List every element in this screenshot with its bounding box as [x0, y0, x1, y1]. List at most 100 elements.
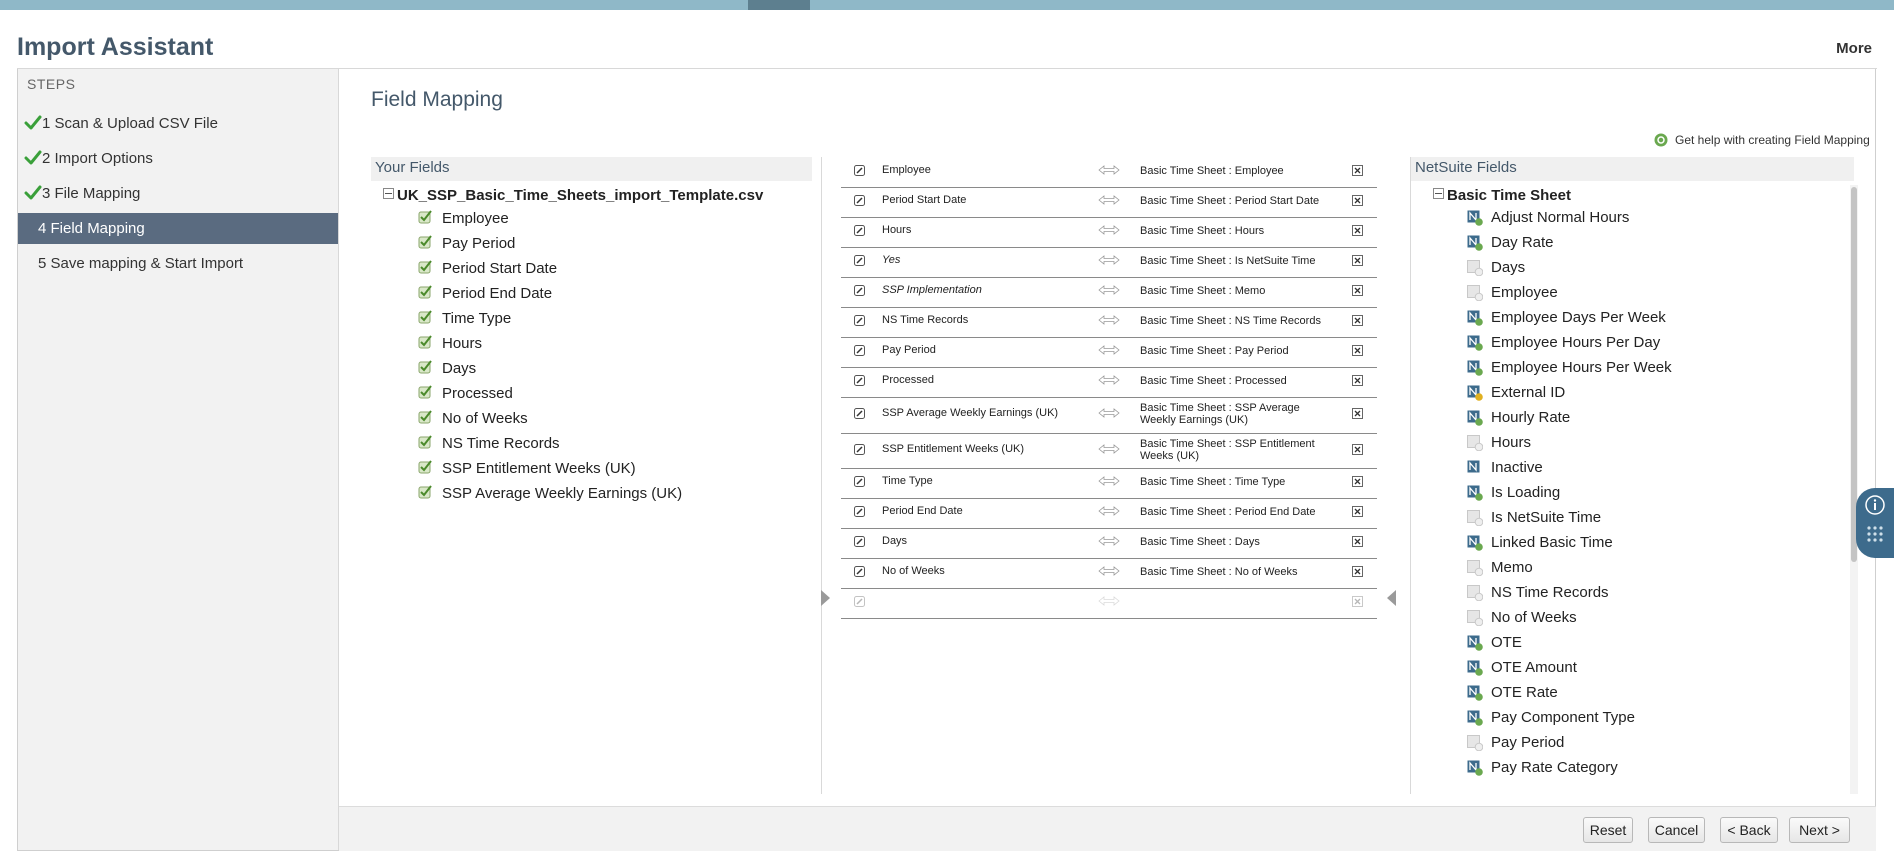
source-field: NS Time Records	[882, 314, 969, 326]
target-field[interactable]: Basic Time Sheet : Pay Period	[1140, 345, 1325, 357]
netsuite-field-label: External ID	[1491, 384, 1566, 401]
mapping-row: Pay Period Basic Time Sheet : Pay Period	[841, 337, 1377, 368]
edit-icon[interactable]	[854, 444, 865, 455]
target-field[interactable]: Basic Time Sheet : Period Start Date	[1140, 195, 1325, 207]
delete-mapping-icon[interactable]	[1352, 506, 1363, 517]
edit-icon[interactable]	[854, 165, 865, 176]
netsuite-field-label: Employee Hours Per Day	[1491, 334, 1661, 351]
delete-mapping-icon[interactable]	[1352, 195, 1363, 206]
your-field-label: Employee	[442, 210, 509, 227]
ns-mapped-icon	[1467, 635, 1483, 651]
checkmark-icon	[24, 150, 42, 165]
edit-icon[interactable]	[854, 408, 865, 419]
collapse-icon[interactable]	[1433, 188, 1444, 199]
top-bar	[0, 0, 1894, 10]
ns-used-icon	[1467, 585, 1483, 601]
field-mapped-icon	[418, 460, 432, 474]
apps-grid-icon[interactable]	[1866, 525, 1884, 543]
cancel-button[interactable]: Cancel	[1648, 817, 1705, 843]
delete-mapping-icon[interactable]	[1352, 255, 1363, 266]
edit-icon[interactable]	[854, 566, 865, 577]
netsuite-field-label: Inactive	[1491, 459, 1543, 476]
edit-icon[interactable]	[854, 476, 865, 487]
more-menu[interactable]: More	[1836, 40, 1872, 57]
edit-icon[interactable]	[854, 285, 865, 296]
target-field[interactable]: Basic Time Sheet : NS Time Records	[1140, 315, 1325, 327]
step-field-mapping[interactable]: 4 Field Mapping	[18, 213, 338, 244]
source-field: Days	[882, 535, 908, 547]
delete-mapping-icon[interactable]	[1352, 566, 1363, 577]
target-field[interactable]: Basic Time Sheet : Days	[1140, 536, 1325, 548]
delete-mapping-icon[interactable]	[1352, 408, 1363, 419]
target-field[interactable]: Basic Time Sheet : Hours	[1140, 225, 1325, 237]
field-mapped-icon	[418, 285, 432, 299]
step-label: 4 Field Mapping	[38, 220, 145, 237]
target-field[interactable]: Basic Time Sheet : Time Type	[1140, 476, 1325, 488]
record-node[interactable]: Basic Time Sheet	[1433, 187, 1571, 204]
mapping-row: Period End Date Basic Time Sheet : Period…	[841, 498, 1377, 529]
top-bar-segment	[748, 0, 810, 10]
your-field-label: No of Weeks	[442, 410, 528, 427]
target-field[interactable]: Basic Time Sheet : No of Weeks	[1140, 566, 1325, 578]
expand-left-icon[interactable]	[821, 590, 831, 606]
source-field: Hours	[882, 224, 912, 236]
your-field-label: NS Time Records	[442, 435, 560, 452]
delete-mapping-icon[interactable]	[1352, 444, 1363, 455]
edit-icon[interactable]	[854, 255, 865, 266]
delete-mapping-icon[interactable]	[1352, 536, 1363, 547]
info-icon[interactable]	[1865, 495, 1885, 515]
your-field-label: Period Start Date	[442, 260, 558, 277]
target-field[interactable]: Basic Time Sheet : Memo	[1140, 285, 1325, 297]
step-file-mapping[interactable]: 3 File Mapping	[18, 178, 338, 209]
mapping-arrow-icon	[1098, 536, 1120, 546]
target-field[interactable]: Basic Time Sheet : Period End Date	[1140, 506, 1325, 518]
ns-mapped-icon	[1467, 535, 1483, 551]
target-field[interactable]: Basic Time Sheet : Is NetSuite Time	[1140, 255, 1325, 267]
help-widget[interactable]	[1856, 488, 1894, 558]
your-field-label: SSP Entitlement Weeks (UK)	[442, 460, 636, 477]
delete-mapping-icon[interactable]	[1352, 285, 1363, 296]
netsuite-field-label: Employee Hours Per Week	[1491, 359, 1672, 376]
ns-mapped-icon	[1467, 710, 1483, 726]
ns-key-icon	[1467, 385, 1483, 401]
edit-icon[interactable]	[854, 596, 865, 607]
reset-button[interactable]: Reset	[1583, 817, 1633, 843]
field-mapped-icon	[418, 335, 432, 349]
target-field[interactable]: Basic Time Sheet : SSP Entitlement Weeks…	[1140, 438, 1325, 462]
edit-icon[interactable]	[854, 536, 865, 547]
delete-mapping-icon[interactable]	[1352, 165, 1363, 176]
ns-mapped-icon	[1467, 660, 1483, 676]
edit-icon[interactable]	[854, 506, 865, 517]
target-field[interactable]: Basic Time Sheet : Employee	[1140, 165, 1325, 177]
csv-file-node[interactable]: UK_SSP_Basic_Time_Sheets_import_Template…	[383, 187, 763, 204]
mapping-row: Yes Basic Time Sheet : Is NetSuite Time	[841, 247, 1377, 278]
source-field: Employee	[882, 164, 931, 176]
edit-icon[interactable]	[854, 345, 865, 356]
ns-used-icon	[1467, 435, 1483, 451]
edit-icon[interactable]	[854, 195, 865, 206]
target-field[interactable]: Basic Time Sheet : Processed	[1140, 375, 1325, 387]
delete-mapping-icon[interactable]	[1352, 345, 1363, 356]
delete-mapping-icon[interactable]	[1352, 596, 1363, 607]
collapse-icon[interactable]	[383, 188, 394, 199]
next-button[interactable]: Next >	[1789, 817, 1850, 843]
back-button[interactable]: < Back	[1720, 817, 1778, 843]
delete-mapping-icon[interactable]	[1352, 476, 1363, 487]
delete-mapping-icon[interactable]	[1352, 315, 1363, 326]
field-mapped-icon	[418, 485, 432, 499]
delete-mapping-icon[interactable]	[1352, 225, 1363, 236]
edit-icon[interactable]	[854, 225, 865, 236]
source-field: Yes	[882, 254, 901, 266]
netsuite-field-label: Memo	[1491, 559, 1533, 576]
step-import-options[interactable]: 2 Import Options	[18, 143, 338, 174]
field-mapped-icon	[418, 410, 432, 424]
delete-mapping-icon[interactable]	[1352, 375, 1363, 386]
step-save-start-import[interactable]: 5 Save mapping & Start Import	[18, 248, 338, 279]
edit-icon[interactable]	[854, 315, 865, 326]
edit-icon[interactable]	[854, 375, 865, 386]
expand-right-icon[interactable]	[1387, 590, 1397, 606]
netsuite-field-label: Hours	[1491, 434, 1532, 451]
step-scan-upload[interactable]: 1 Scan & Upload CSV File	[18, 108, 338, 139]
target-field[interactable]: Basic Time Sheet : SSP Average Weekly Ea…	[1140, 402, 1325, 426]
source-field: No of Weeks	[882, 565, 945, 577]
